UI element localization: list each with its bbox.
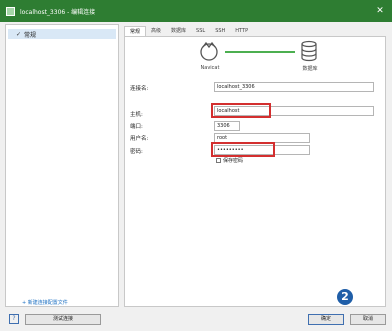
sidebar-item-label: 常规 [24,31,37,39]
tab-ssh[interactable]: SSH [210,26,230,36]
sidebar-item-general[interactable]: ✓ 常规 [8,29,116,39]
navicat-label: Navicat [200,65,220,71]
tab-bar: 常规 高级 数据库 SSL SSH HTTP [124,26,253,37]
tab-http[interactable]: HTTP [230,26,253,36]
password-highlight [211,142,275,157]
database-label: 数据库 [302,66,318,72]
new-profile-link[interactable]: + 新建连接配置文件 [22,299,68,306]
connection-name-label: 连接名: [130,86,149,92]
test-connection-button[interactable]: 测试连接 [25,314,101,325]
save-password-checkbox[interactable] [216,158,221,163]
step-badge: 2 [337,289,353,305]
sidebar: ✓ 常规 + 新建连接配置文件 [5,24,119,307]
bottom-bar: ? 测试连接 确定 取消 [0,309,392,331]
connection-line [225,51,295,53]
save-password-label: 保存密码 [223,158,244,164]
database-icon [301,40,317,62]
settings-panel [124,36,386,307]
window-title: localhost_3306 - 编辑连接 [20,8,96,16]
tab-database[interactable]: 数据库 [166,26,191,36]
tab-advanced[interactable]: 高级 [146,26,166,36]
host-highlight [211,103,271,118]
tab-ssl[interactable]: SSL [191,26,210,36]
password-label: 密码: [130,149,143,155]
cancel-button[interactable]: 取消 [350,314,386,325]
title-bar: localhost_3306 - 编辑连接 ✕ [0,0,392,22]
checkmark-icon: ✓ [16,30,22,38]
host-label: 主机: [130,112,143,118]
close-icon[interactable]: ✕ [374,5,386,17]
ok-button[interactable]: 确定 [308,314,344,325]
connection-name-input[interactable]: localhost_3306 [214,82,374,92]
port-label: 端口: [130,124,143,130]
connection-diagram: Navicat 数据库 [198,40,328,76]
navicat-icon [200,41,218,61]
save-password-row[interactable]: 保存密码 [216,157,243,164]
app-icon [6,6,15,16]
username-label: 用户名: [130,136,149,142]
help-icon[interactable]: ? [9,314,19,324]
port-input[interactable]: 3306 [214,121,240,131]
